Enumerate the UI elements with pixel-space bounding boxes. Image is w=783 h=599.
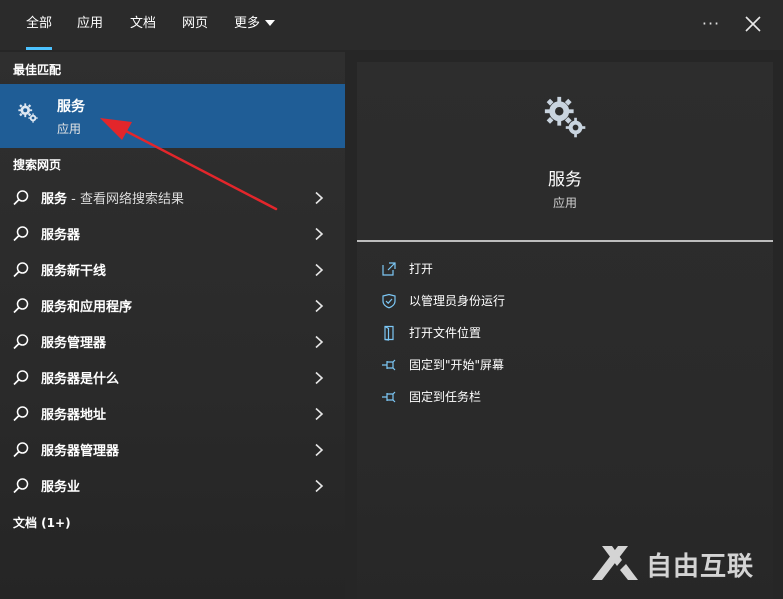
action-label: 打开 bbox=[409, 262, 434, 276]
chevron-right-icon bbox=[315, 335, 324, 349]
gear-icon bbox=[544, 96, 586, 138]
web-result-label: 服务和应用程序 bbox=[41, 300, 133, 315]
best-match-header: 最佳匹配 bbox=[13, 63, 62, 77]
action-label: 固定到"开始"屏幕 bbox=[409, 358, 505, 372]
divider bbox=[357, 240, 773, 242]
web-result-label: 服务业 bbox=[41, 480, 81, 495]
chevron-right-icon bbox=[315, 227, 324, 241]
search-icon bbox=[13, 442, 29, 458]
tab-documents[interactable]: 文档 bbox=[130, 0, 156, 50]
web-result-label: 服务器是什么 bbox=[41, 372, 120, 387]
web-result-item[interactable]: 服务器管理器 bbox=[0, 432, 345, 468]
tab-more[interactable]: 更多 bbox=[234, 0, 276, 50]
web-result-label: 服务器地址 bbox=[41, 408, 107, 423]
search-icon bbox=[13, 298, 29, 314]
chevron-down-icon bbox=[265, 19, 276, 26]
web-result-item[interactable]: 服务器地址 bbox=[0, 396, 345, 432]
web-result-label: 服务器管理器 bbox=[41, 444, 120, 459]
web-result-item[interactable]: 服务管理器 bbox=[0, 324, 345, 360]
open-icon bbox=[382, 262, 396, 276]
ellipsis-icon[interactable]: ··· bbox=[700, 10, 722, 38]
action-open[interactable]: 打开 bbox=[357, 254, 773, 284]
action-pin-to-taskbar[interactable]: 固定到任务栏 bbox=[357, 382, 773, 412]
file-location-icon bbox=[384, 325, 394, 341]
web-result-item[interactable]: 服务器 bbox=[0, 216, 345, 252]
chevron-right-icon bbox=[315, 443, 324, 457]
tab-apps[interactable]: 应用 bbox=[77, 0, 103, 50]
chevron-right-icon bbox=[315, 407, 324, 421]
web-result-item[interactable]: 服务新干线 bbox=[0, 252, 345, 288]
best-match-item[interactable]: 服务 应用 bbox=[0, 84, 345, 148]
chevron-right-icon bbox=[315, 191, 324, 205]
search-web-header: 搜索网页 bbox=[13, 158, 62, 172]
shield-icon bbox=[382, 293, 396, 309]
pin-icon bbox=[382, 391, 396, 403]
action-open-file-location[interactable]: 打开文件位置 bbox=[357, 318, 773, 348]
action-label: 以管理员身份运行 bbox=[409, 294, 506, 308]
detail-pane: 服务 应用 打开 以管理员身份运行 打开文件位置 固定到"开始"屏幕 固定到任务… bbox=[357, 62, 773, 599]
search-icon bbox=[13, 226, 29, 242]
chevron-right-icon bbox=[315, 371, 324, 385]
web-result-label: 服务 - 查看网络搜索结果 bbox=[41, 192, 184, 207]
search-icon bbox=[13, 478, 29, 494]
search-icon bbox=[13, 190, 29, 206]
chevron-right-icon bbox=[315, 299, 324, 313]
action-pin-to-start[interactable]: 固定到"开始"屏幕 bbox=[357, 350, 773, 380]
close-icon[interactable] bbox=[741, 12, 765, 36]
chevron-right-icon bbox=[315, 479, 324, 493]
tab-web[interactable]: 网页 bbox=[182, 0, 208, 50]
web-result-item[interactable]: 服务器是什么 bbox=[0, 360, 345, 396]
watermark-logo-icon bbox=[592, 546, 638, 580]
tab-all[interactable]: 全部 bbox=[26, 0, 53, 50]
web-result-item[interactable]: 服务和应用程序 bbox=[0, 288, 345, 324]
search-window: 全部 应用 文档 网页 更多 ··· 最佳匹配 服务 应用 搜索网页 服务 - … bbox=[0, 0, 783, 599]
best-match-title: 服务 bbox=[57, 99, 85, 115]
results-pane: 最佳匹配 服务 应用 搜索网页 服务 - 查看网络搜索结果 服务器 服务新干线 … bbox=[0, 52, 345, 599]
web-result-item[interactable]: 服务 - 查看网络搜索结果 bbox=[0, 180, 345, 216]
web-result-label: 服务新干线 bbox=[41, 264, 107, 279]
tab-more-label: 更多 bbox=[234, 16, 261, 31]
action-run-as-admin[interactable]: 以管理员身份运行 bbox=[357, 286, 773, 316]
detail-subtitle: 应用 bbox=[552, 196, 577, 210]
search-icon bbox=[13, 370, 29, 386]
web-result-label: 服务管理器 bbox=[41, 336, 107, 351]
best-match-subtitle: 应用 bbox=[57, 122, 82, 136]
action-label: 打开文件位置 bbox=[409, 326, 482, 340]
gear-icon bbox=[18, 103, 38, 123]
documents-header[interactable]: 文档 (1+) bbox=[13, 514, 71, 531]
search-icon bbox=[13, 406, 29, 422]
search-icon bbox=[13, 334, 29, 350]
search-tabs-bar: 全部 应用 文档 网页 更多 ··· bbox=[0, 0, 783, 50]
chevron-right-icon bbox=[315, 263, 324, 277]
detail-title: 服务 bbox=[548, 170, 582, 190]
action-label: 固定到任务栏 bbox=[409, 390, 482, 404]
watermark: 自由互联 bbox=[588, 538, 773, 588]
search-icon bbox=[13, 262, 29, 278]
web-result-item[interactable]: 服务业 bbox=[0, 468, 345, 504]
web-result-label: 服务器 bbox=[41, 228, 81, 243]
pin-icon bbox=[382, 359, 396, 371]
watermark-text: 自由互联 bbox=[646, 552, 755, 582]
